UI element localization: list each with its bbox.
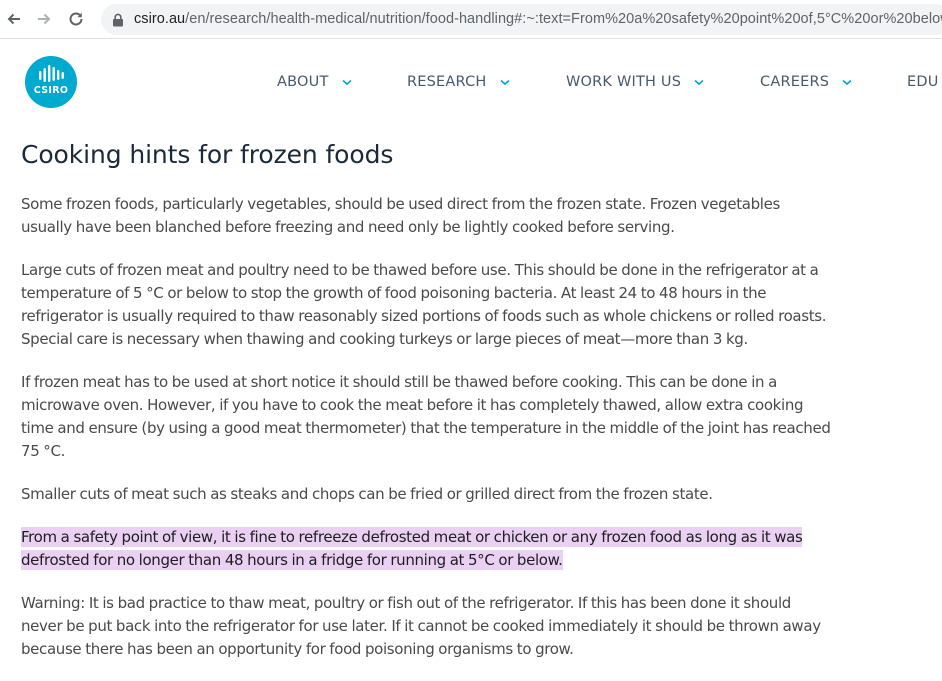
forward-arrow-icon bbox=[38, 13, 51, 25]
lock-icon bbox=[113, 13, 123, 27]
logo-text: CSIRO bbox=[33, 85, 69, 96]
csiro-logo[interactable]: CSIRO bbox=[25, 56, 77, 108]
nav-work-with-us[interactable]: WORK WITH US bbox=[566, 74, 704, 90]
nav-about-label: ABOUT bbox=[277, 74, 329, 90]
nav-research-label: RESEARCH bbox=[407, 74, 487, 90]
logo-bars-icon bbox=[39, 65, 64, 82]
page-title: Cooking hints for frozen foods bbox=[21, 140, 394, 169]
nav-education[interactable]: EDU bbox=[907, 74, 939, 90]
url-path: /en/research/health-medical/nutrition/fo… bbox=[185, 11, 942, 27]
paragraph-refreeze: From a safety point of view, it is fine … bbox=[21, 526, 833, 572]
paragraph-smaller-cuts: Smaller cuts of meat such as steaks and … bbox=[21, 485, 713, 503]
reload-button[interactable] bbox=[64, 7, 88, 31]
url-text: csiro.au/en/research/health-medical/nutr… bbox=[134, 11, 942, 27]
chevron-down-icon bbox=[499, 79, 510, 86]
chevron-down-icon bbox=[842, 79, 852, 86]
nav-about[interactable]: ABOUT bbox=[277, 74, 352, 90]
article-content: Cooking hints for frozen foods Some froz… bbox=[21, 140, 833, 681]
highlighted-text-fragment: From a safety point of view, it is fine … bbox=[21, 527, 803, 570]
nav-careers-label: CAREERS bbox=[760, 74, 830, 90]
url-host: csiro.au bbox=[134, 11, 186, 27]
nav-work-with-us-label: WORK WITH US bbox=[566, 74, 682, 90]
nav-careers[interactable]: CAREERS bbox=[760, 74, 852, 90]
paragraph-frozen-vegetables: Some frozen foods, particularly vegetabl… bbox=[21, 195, 780, 236]
nav-research[interactable]: RESEARCH bbox=[407, 74, 510, 90]
chevron-down-icon bbox=[341, 79, 352, 86]
back-button[interactable] bbox=[2, 7, 26, 31]
paragraph-short-notice: If frozen meat has to be used at short n… bbox=[21, 373, 831, 460]
address-bar[interactable]: csiro.au/en/research/health-medical/nutr… bbox=[101, 4, 942, 35]
paragraph-warning: Warning: It is bad practice to thaw meat… bbox=[21, 594, 821, 658]
back-arrow-icon bbox=[7, 13, 20, 25]
forward-button[interactable] bbox=[32, 7, 56, 31]
reload-icon bbox=[69, 12, 83, 26]
nav-education-label: EDU bbox=[907, 74, 939, 90]
chevron-down-icon bbox=[694, 79, 704, 86]
browser-toolbar: csiro.au/en/research/health-medical/nutr… bbox=[0, 0, 942, 39]
paragraph-thawing-large-cuts: Large cuts of frozen meat and poultry ne… bbox=[21, 261, 827, 348]
